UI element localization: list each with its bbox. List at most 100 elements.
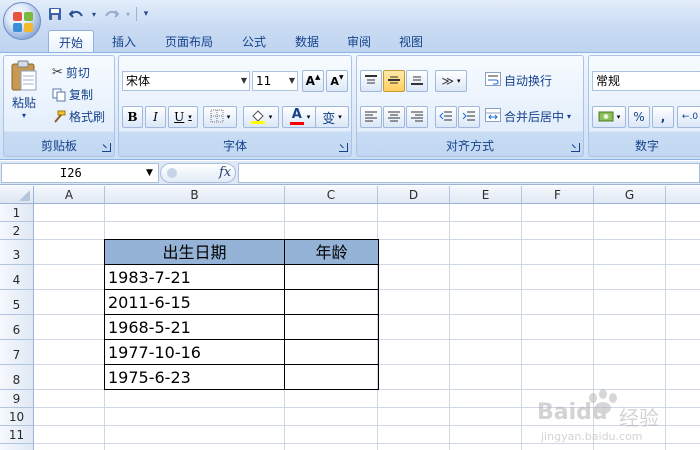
age-cell[interactable] [285, 291, 377, 314]
age-cell[interactable] [285, 266, 377, 289]
table-row[interactable]: 1983-7-21 [108, 266, 283, 289]
align-bottom-button[interactable] [406, 70, 428, 92]
row-header-8[interactable]: 8 [0, 365, 34, 390]
table-row[interactable]: 1968-5-21 [108, 316, 283, 339]
align-top-button[interactable] [360, 70, 382, 92]
name-box[interactable]: I26 [1, 163, 159, 183]
number-format-combo[interactable]: 常规 [592, 71, 700, 91]
italic-button[interactable]: I [145, 106, 166, 128]
clipboard-launcher-icon[interactable] [102, 143, 111, 152]
font-launcher-icon[interactable] [339, 143, 348, 152]
align-middle-button[interactable] [383, 70, 405, 92]
underline-button[interactable]: U ▾ [168, 106, 198, 128]
phonetic-dropdown-icon[interactable]: ▾ [338, 113, 342, 121]
watermark-suffix: 经验 [619, 406, 659, 430]
merge-center-dropdown-icon[interactable]: ▾ [567, 112, 571, 121]
age-cell[interactable] [285, 366, 377, 389]
row-header-3[interactable]: 3 [0, 240, 34, 265]
column-header-a[interactable]: A [34, 186, 105, 204]
column-header-d[interactable]: D [378, 186, 450, 204]
font-color-button[interactable]: A ▾ [282, 106, 318, 128]
column-header-g[interactable]: G [594, 186, 666, 204]
table-row[interactable]: 2011-6-15 [108, 291, 283, 314]
tab-review[interactable]: 审阅 [337, 30, 381, 52]
select-all-corner[interactable] [0, 186, 34, 204]
row-header-2[interactable]: 2 [0, 222, 34, 240]
customize-qat-icon[interactable]: ▾ [141, 6, 151, 22]
decrease-indent-button[interactable] [435, 106, 457, 128]
row-header-5[interactable]: 5 [0, 290, 34, 315]
column-header-c[interactable]: C [285, 186, 378, 204]
column-header-b[interactable]: B [105, 186, 285, 204]
tab-data[interactable]: 数据 [285, 30, 329, 52]
tab-home[interactable]: 开始 [48, 30, 95, 52]
table-row[interactable]: 1977-10-16 [108, 341, 283, 364]
borders-button[interactable]: ▾ [203, 106, 237, 128]
format-painter-button[interactable]: 格式刷 [52, 108, 105, 125]
undo-dropdown-icon[interactable]: ▾ [90, 6, 98, 22]
borders-dropdown-icon[interactable]: ▾ [227, 113, 231, 121]
save-icon[interactable] [46, 6, 64, 22]
row-header-12[interactable] [0, 444, 34, 450]
align-center-button[interactable] [383, 106, 405, 128]
row-header-4[interactable]: 4 [0, 265, 34, 290]
formula-input[interactable] [238, 163, 700, 183]
increase-decimal-button[interactable]: ←.0 [677, 106, 700, 128]
font-group: 宋体 ▼ 11 ▼ A ▲ A ▼ B I U ▾ ▾ ▾ A ▾ 变 ▾ 字体 [118, 55, 352, 157]
align-left-button[interactable] [360, 106, 382, 128]
paste-button[interactable]: 粘贴 ▾ [10, 60, 38, 120]
column-header-f[interactable]: F [522, 186, 594, 204]
cut-button[interactable]: ✂ 剪切 [52, 64, 90, 81]
age-cell[interactable] [285, 316, 377, 339]
font-size-dropdown-icon[interactable]: ▼ [289, 72, 295, 90]
fill-color-button[interactable]: ▾ [243, 106, 279, 128]
font-name-value: 宋体 [126, 74, 151, 88]
tab-insert[interactable]: 插入 [102, 30, 146, 52]
align-right-button[interactable] [406, 106, 428, 128]
orientation-button[interactable]: ≫ ▾ [435, 70, 467, 92]
tab-view[interactable]: 视图 [389, 30, 433, 52]
font-name-dropdown-icon[interactable]: ▼ [241, 72, 247, 90]
name-box-dropdown-icon[interactable]: ▼ [146, 168, 153, 178]
underline-dropdown-icon[interactable]: ▾ [188, 113, 192, 121]
row-header-1[interactable]: 1 [0, 204, 34, 222]
wrap-text-button[interactable]: 自动换行 [485, 72, 552, 89]
paste-dropdown-icon[interactable]: ▾ [22, 112, 26, 120]
increase-indent-button[interactable] [458, 106, 480, 128]
row-header-9[interactable]: 9 [0, 390, 34, 408]
shrink-font-button[interactable]: A ▼ [326, 70, 348, 92]
tab-page-layout[interactable]: 页面布局 [155, 30, 223, 52]
comma-style-button[interactable]: , [652, 106, 674, 128]
column-header-e[interactable]: E [450, 186, 522, 204]
accounting-dropdown-icon[interactable]: ▾ [617, 113, 621, 121]
insert-function-icon[interactable]: fx [219, 165, 231, 180]
phonetic-button[interactable]: 变 ▾ [315, 106, 349, 128]
row-header-6[interactable]: 6 [0, 315, 34, 340]
formula-bar-resize-handle[interactable] [167, 168, 177, 178]
header-cell-age[interactable]: 年龄 [285, 241, 378, 264]
row-header-10[interactable]: 10 [0, 408, 34, 426]
alignment-launcher-icon[interactable] [571, 143, 580, 152]
grow-font-button[interactable]: A ▲ [302, 70, 324, 92]
tab-formulas[interactable]: 公式 [232, 30, 276, 52]
percent-style-button[interactable]: % [628, 106, 650, 128]
bold-button[interactable]: B [122, 106, 143, 128]
fill-color-dropdown-icon[interactable]: ▾ [269, 113, 273, 121]
header-cell-birthdate[interactable]: 出生日期 [105, 241, 284, 264]
accounting-format-button[interactable]: ▾ [592, 106, 626, 128]
table-row[interactable]: 1975-6-23 [108, 366, 283, 389]
undo-icon[interactable] [68, 6, 86, 22]
redo-icon[interactable] [102, 6, 120, 22]
orientation-dropdown-icon[interactable]: ▾ [457, 77, 461, 85]
row-header-11[interactable]: 11 [0, 426, 34, 444]
font-color-dropdown-icon[interactable]: ▾ [307, 113, 311, 121]
copy-button[interactable]: 复制 [52, 86, 93, 103]
merge-center-button[interactable]: 合并后居中 ▾ [485, 108, 571, 125]
office-button[interactable] [3, 2, 41, 40]
column-header-h[interactable] [666, 186, 700, 204]
redo-dropdown-icon[interactable]: ▾ [124, 6, 132, 22]
font-name-combo[interactable]: 宋体 ▼ [122, 71, 250, 91]
row-header-7[interactable]: 7 [0, 340, 34, 365]
age-cell[interactable] [285, 341, 377, 364]
font-size-combo[interactable]: 11 ▼ [252, 71, 298, 91]
